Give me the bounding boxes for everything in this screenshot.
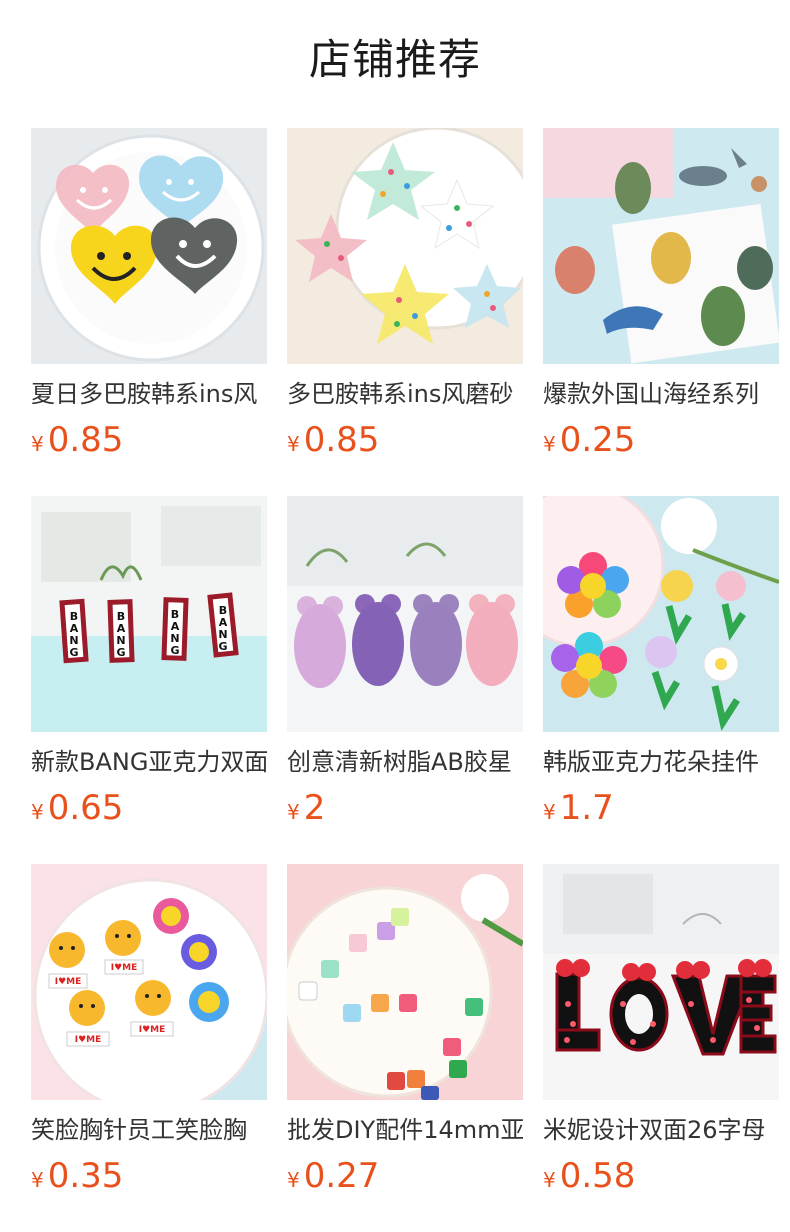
product-price: ¥0.85 [287, 418, 523, 462]
product-card[interactable]: I♥ME I♥ME I♥ME I♥ME 笑脸胸针员工笑脸胸 ¥0.35 [31, 864, 267, 1198]
currency-symbol: ¥ [543, 1168, 556, 1192]
currency-symbol: ¥ [543, 432, 556, 456]
price-value: 0.65 [47, 788, 124, 828]
currency-symbol: ¥ [31, 432, 44, 456]
price-value: 2 [303, 788, 326, 828]
product-image[interactable] [287, 496, 523, 732]
product-card[interactable]: 多巴胺韩系ins风磨砂 ¥0.85 [287, 128, 523, 462]
svg-text:G: G [170, 644, 179, 657]
price-value: 0.85 [303, 420, 380, 460]
product-image[interactable] [287, 864, 523, 1100]
product-image[interactable] [31, 128, 267, 364]
product-image[interactable]: I♥ME I♥ME I♥ME I♥ME [31, 864, 267, 1100]
svg-text:G: G [69, 646, 78, 659]
price-value: 0.27 [303, 1156, 380, 1196]
product-card[interactable]: 夏日多巴胺韩系ins风 ¥0.85 [31, 128, 267, 462]
product-price: ¥0.35 [31, 1154, 267, 1198]
svg-text:I♥ME: I♥ME [55, 977, 82, 987]
product-title[interactable]: 新款BANG亚克力双面 [31, 746, 267, 778]
svg-text:G: G [218, 640, 227, 653]
price-value: 0.25 [559, 420, 636, 460]
product-card[interactable]: 米妮设计双面26字母 ¥0.58 [543, 864, 779, 1198]
price-value: 0.85 [47, 420, 124, 460]
product-price: ¥1.7 [543, 786, 779, 830]
price-value: 0.35 [47, 1156, 124, 1196]
product-card[interactable]: 批发DIY配件14mm亚 ¥0.27 [287, 864, 523, 1198]
product-price: ¥0.58 [543, 1154, 779, 1198]
price-value: 1.7 [559, 788, 614, 828]
product-title[interactable]: 创意清新树脂AB胶星 [287, 746, 523, 778]
product-price: ¥0.27 [287, 1154, 523, 1198]
product-title[interactable]: 米妮设计双面26字母 [543, 1114, 779, 1146]
product-title[interactable]: 韩版亚克力花朵挂件 [543, 746, 779, 778]
svg-text:I♥ME: I♥ME [75, 1035, 102, 1045]
product-image[interactable] [543, 128, 779, 364]
currency-symbol: ¥ [287, 1168, 300, 1192]
product-title[interactable]: 批发DIY配件14mm亚 [287, 1114, 523, 1146]
currency-symbol: ¥ [31, 800, 44, 824]
svg-text:I♥ME: I♥ME [111, 963, 138, 973]
product-price: ¥2 [287, 786, 523, 830]
product-card[interactable]: BANG BANG BANG BANG 新款BANG亚克力双面 ¥0.65 [31, 496, 267, 830]
page-title: 店铺推荐 [308, 34, 481, 84]
svg-text:I♥ME: I♥ME [139, 1025, 166, 1035]
product-card[interactable]: 韩版亚克力花朵挂件 ¥1.7 [543, 496, 779, 830]
price-value: 0.58 [559, 1156, 636, 1196]
product-image[interactable]: BANG BANG BANG BANG [31, 496, 267, 732]
product-price: ¥0.25 [543, 418, 779, 462]
currency-symbol: ¥ [287, 800, 300, 824]
svg-text:G: G [116, 646, 125, 659]
product-title[interactable]: 笑脸胸针员工笑脸胸 [31, 1114, 267, 1146]
product-title[interactable]: 多巴胺韩系ins风磨砂 [287, 378, 523, 410]
currency-symbol: ¥ [287, 432, 300, 456]
product-title[interactable]: 夏日多巴胺韩系ins风 [31, 378, 267, 410]
currency-symbol: ¥ [543, 800, 556, 824]
product-title[interactable]: 爆款外国山海经系列 [543, 378, 779, 410]
page-header: 店铺推荐 [0, 0, 790, 128]
product-price: ¥0.65 [31, 786, 267, 830]
product-price: ¥0.85 [31, 418, 267, 462]
product-image[interactable] [287, 128, 523, 364]
product-card[interactable]: 爆款外国山海经系列 ¥0.25 [543, 128, 779, 462]
currency-symbol: ¥ [31, 1168, 44, 1192]
product-image[interactable] [543, 496, 779, 732]
product-card[interactable]: 创意清新树脂AB胶星 ¥2 [287, 496, 523, 830]
product-image[interactable] [543, 864, 779, 1100]
